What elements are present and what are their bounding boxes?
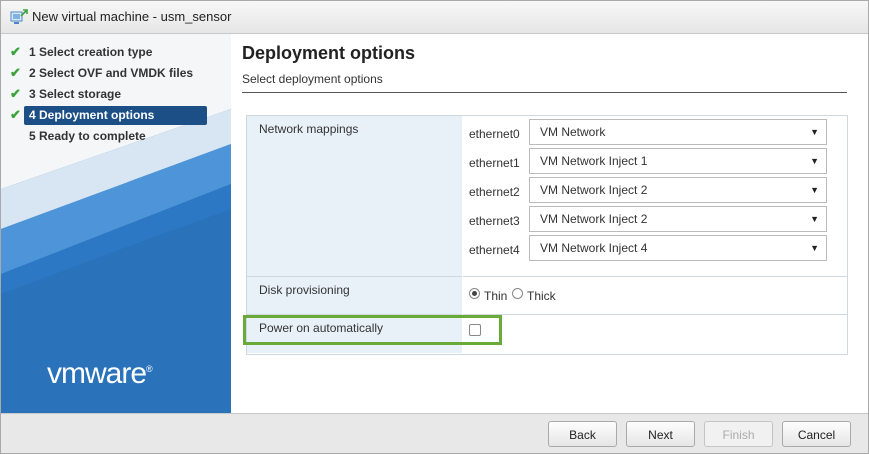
triangle-down-icon: ▼ [810,243,819,253]
page-title: Deployment options [242,43,416,63]
main-panel: Deployment options Select deployment opt… [232,34,868,413]
network-select-ethernet4[interactable]: VM Network Inject 4 ▼ [529,235,827,261]
adapter-label: ethernet3 [469,214,520,228]
step-label: 2 Select OVF and VMDK files [29,66,194,80]
window-title: New virtual machine - usm_sensor [32,9,232,24]
network-mappings-label: Network mappings [259,122,359,136]
network-select-ethernet1[interactable]: VM Network Inject 1 ▼ [529,148,827,174]
logo-ware: ware [85,357,147,390]
wizard-step-3[interactable]: ✔ 3 Select storage [1,84,231,105]
checkmark-icon: ✔ [10,107,21,122]
checkmark-icon: ✔ [10,65,21,80]
wizard-sidebar: ✔ 1 Select creation type ✔ 2 Select OVF … [1,34,231,413]
network-select-ethernet3[interactable]: VM Network Inject 2 ▼ [529,206,827,232]
wizard-step-2[interactable]: ✔ 2 Select OVF and VMDK files [1,63,231,84]
logo-registered-mark: ® [146,364,153,374]
checkmark-icon: ✔ [10,86,21,101]
disk-provisioning-label: Disk provisioning [259,283,350,297]
logo-vm: vm [47,357,86,390]
select-value: VM Network Inject 4 [540,241,648,255]
wizard-step-5[interactable]: 5 Ready to complete [1,126,231,147]
triangle-down-icon: ▼ [810,156,819,166]
triangle-down-icon: ▼ [810,214,819,224]
step-label: 1 Select creation type [29,45,153,59]
page-subtitle: Select deployment options [242,72,383,86]
wizard-steps: ✔ 1 Select creation type ✔ 2 Select OVF … [1,42,231,147]
select-value: VM Network [540,125,606,139]
wizard-step-4[interactable]: ✔ 4 Deployment options [1,105,231,126]
step-label: 3 Select storage [29,87,122,101]
thin-radio[interactable] [469,288,480,299]
title-bar: New virtual machine - usm_sensor [1,1,868,34]
network-mappings-cell: ethernet0 VM Network ▼ ethernet1 VM Netwo… [463,116,847,277]
select-value: VM Network Inject 2 [540,183,648,197]
next-button[interactable]: Next [626,421,695,447]
thick-radio-label[interactable]: Thick [527,289,556,303]
virtual-machine-icon [10,9,28,24]
adapter-label: ethernet1 [469,156,520,170]
power-on-highlight-box [243,315,502,345]
wizard-footer: Back Next Finish Cancel [1,413,868,453]
new-vm-wizard-window: New virtual machine - usm_sensor ✔ 1 Sel… [0,0,869,454]
triangle-down-icon: ▼ [810,185,819,195]
select-value: VM Network Inject 1 [540,154,648,168]
network-select-ethernet2[interactable]: VM Network Inject 2 ▼ [529,177,827,203]
thin-radio-label[interactable]: Thin [484,289,507,303]
cancel-button[interactable]: Cancel [782,421,851,447]
select-value: VM Network Inject 2 [540,212,648,226]
step-label: 5 Ready to complete [29,129,146,143]
back-button[interactable]: Back [548,421,617,447]
power-on-cell [463,315,847,353]
wizard-step-1[interactable]: ✔ 1 Select creation type [1,42,231,63]
disk-provisioning-cell: Thin Thick [463,277,847,315]
triangle-down-icon: ▼ [810,127,819,137]
adapter-label: ethernet2 [469,185,520,199]
network-select-ethernet0[interactable]: VM Network ▼ [529,119,827,145]
thick-radio[interactable] [512,288,523,299]
disk-provisioning-label-cell: Disk provisioning [247,277,462,315]
divider [242,92,847,93]
checkmark-icon: ✔ [10,44,21,59]
finish-button[interactable]: Finish [704,421,773,447]
network-mappings-label-cell: Network mappings [247,116,462,277]
adapter-label: ethernet0 [469,127,520,141]
adapter-label: ethernet4 [469,243,520,257]
vmware-logo: vmware® [47,357,153,391]
step-label: 4 Deployment options [24,106,207,125]
